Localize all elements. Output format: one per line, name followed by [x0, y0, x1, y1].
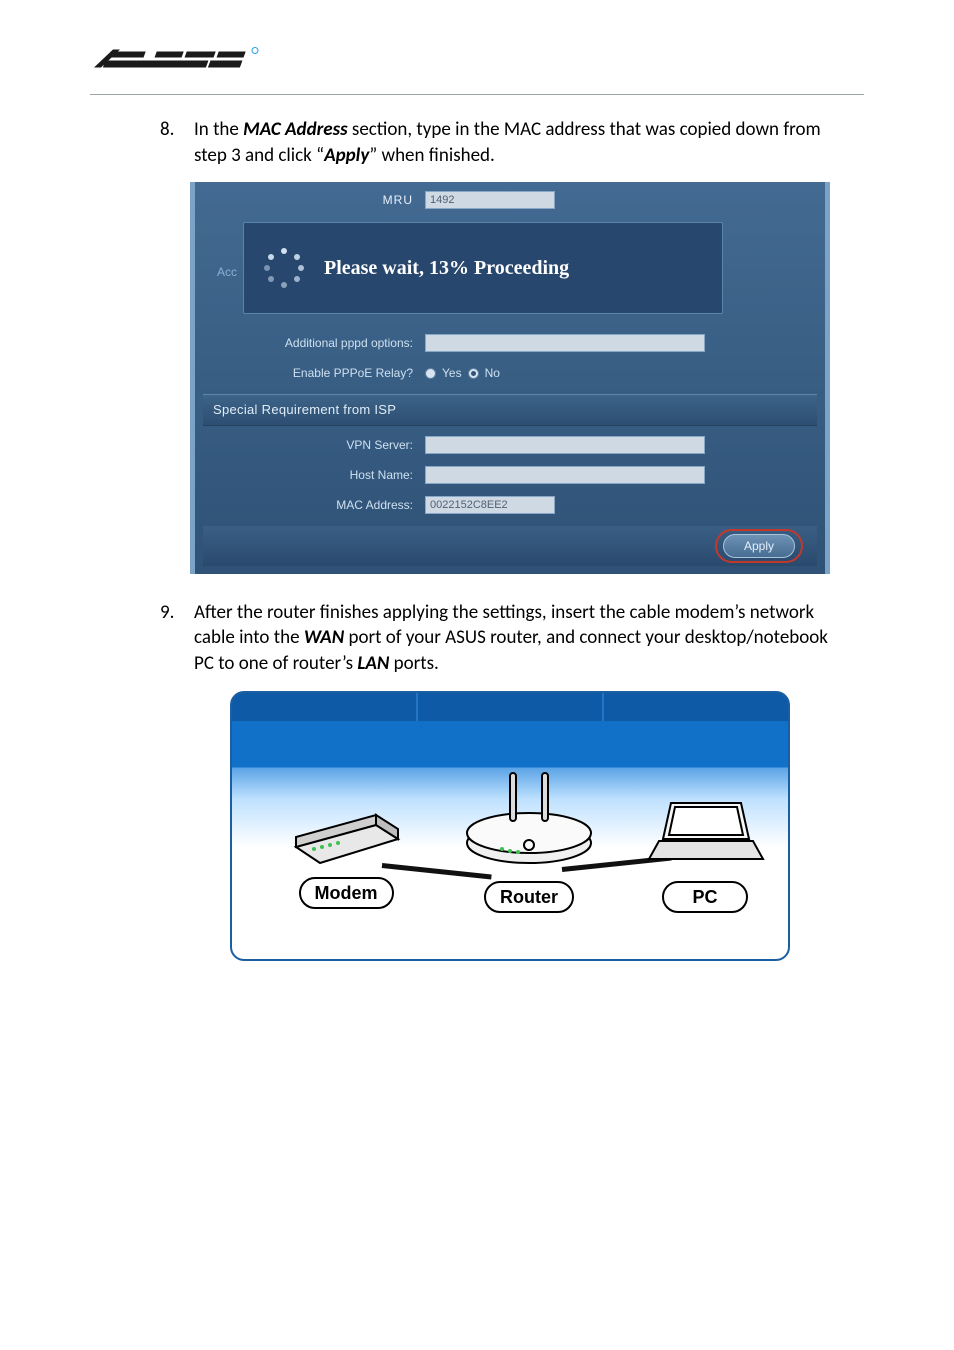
additional-pppd-input[interactable] [425, 334, 705, 352]
step-8-macaddress-term: MAC Address [243, 118, 347, 141]
step-8-pre: In the [194, 118, 243, 141]
pppoe-relay-yes-radio[interactable] [425, 368, 436, 379]
step-9-wan-term: WAN [304, 626, 344, 649]
progress-text: Please wait, 13% Proceeding [324, 255, 569, 282]
isp-section-header: Special Requirement from ISP [203, 394, 817, 426]
mru-label: MRU [203, 192, 413, 208]
host-name-label: Host Name: [203, 467, 413, 483]
step-8: 8. In the MAC Address section, type in t… [160, 117, 844, 168]
mru-input[interactable] [425, 191, 555, 209]
pppoe-relay-label: Enable PPPoE Relay? [203, 365, 413, 381]
additional-pppd-label: Additional pppd options: [203, 335, 413, 351]
progress-modal: Please wait, 13% Proceeding [243, 222, 723, 314]
network-diagram: Modem [230, 691, 790, 961]
step-9: 9. After the router finishes applying th… [160, 600, 844, 677]
router-device: Router [444, 763, 614, 913]
modem-label: Modem [299, 877, 394, 909]
apply-button[interactable]: Apply [723, 534, 795, 558]
router-label: Router [484, 881, 574, 913]
router-settings-screenshot: MRU Acc Please wait, 13% Proceeding Addi… [190, 182, 830, 574]
mac-address-label: MAC Address: [203, 497, 413, 513]
vpn-server-label: VPN Server: [203, 437, 413, 453]
step-9-number: 9. [160, 600, 194, 677]
step-9-lan-term: LAN [357, 652, 389, 675]
vpn-server-input[interactable] [425, 436, 705, 454]
pppoe-relay-no-radio[interactable] [468, 368, 479, 379]
modem-device: Modem [266, 789, 426, 909]
pppoe-relay-yes-label: Yes [442, 365, 462, 381]
step-9-text: After the router finishes applying the s… [194, 600, 844, 677]
pc-device: PC [630, 793, 780, 913]
apply-highlight-circle: Apply [715, 529, 803, 563]
header-divider [90, 94, 864, 95]
host-name-input[interactable] [425, 466, 705, 484]
brand-logo [90, 30, 864, 90]
mac-address-input[interactable] [425, 496, 555, 514]
spinner-icon [262, 246, 306, 290]
pc-label: PC [662, 881, 747, 913]
step-8-number: 8. [160, 117, 194, 168]
account-label-ghost: Acc [217, 264, 237, 280]
step-8-text: In the MAC Address section, type in the … [194, 117, 844, 168]
pppoe-relay-no-label: No [485, 365, 500, 381]
step-8-apply-term: Apply [324, 144, 369, 167]
step-8-post: ” when finished. [369, 144, 495, 167]
step-9-post: ports. [389, 652, 439, 675]
